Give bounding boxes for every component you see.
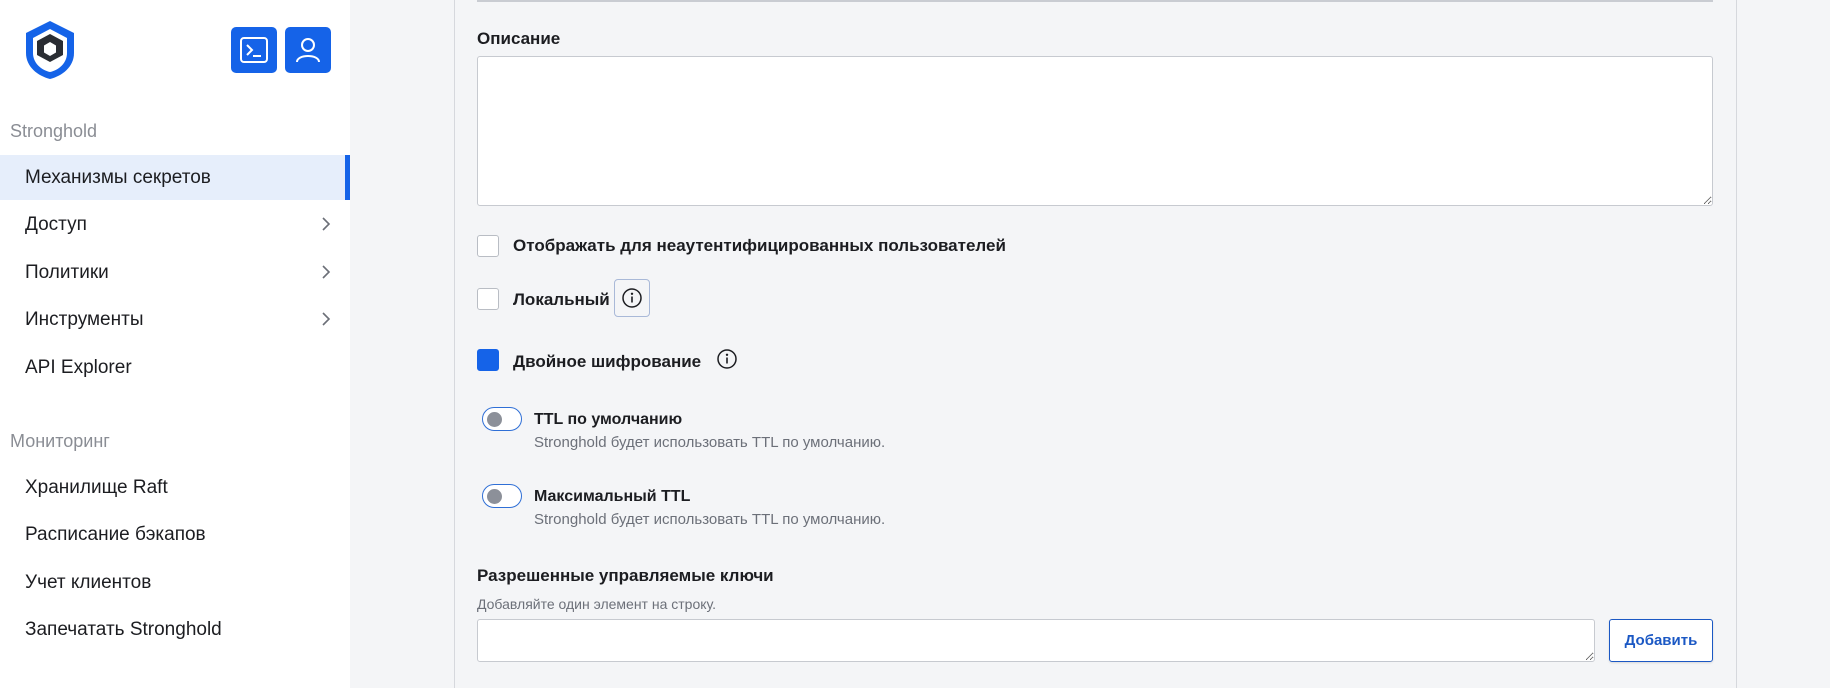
local-checkbox[interactable] <box>477 288 499 310</box>
description-label: Описание <box>477 29 561 48</box>
sidebar-item-tools[interactable]: Инструменты <box>0 297 350 342</box>
terminal-icon <box>240 37 268 63</box>
sidebar-item-backup-schedule[interactable]: Расписание бэкапов <box>0 512 350 557</box>
sidebar-item-label: Доступ <box>25 213 87 235</box>
local-label: Локальный <box>513 290 610 309</box>
content-border-left <box>454 0 455 688</box>
stronghold-logo[interactable] <box>22 19 78 81</box>
terminal-button[interactable] <box>231 27 277 73</box>
sidebar-item-label: Запечатать Stronghold <box>25 618 222 640</box>
sidebar-item-seal[interactable]: Запечатать Stronghold <box>0 607 350 652</box>
sidebar-item-raft-storage[interactable]: Хранилище Raft <box>0 465 350 510</box>
sidebar-item-api-explorer[interactable]: API Explorer <box>0 345 350 390</box>
user-button[interactable] <box>285 27 331 73</box>
double-encrypt-checkbox[interactable] <box>477 349 499 371</box>
description-textarea[interactable] <box>477 56 1713 206</box>
chevron-right-icon <box>322 217 331 231</box>
max-ttl-title: Максимальный TTL <box>534 488 691 505</box>
previous-field-edge <box>477 0 1713 2</box>
show-unauth-checkbox[interactable] <box>477 235 499 257</box>
info-icon[interactable] <box>716 348 738 370</box>
sidebar-item-label: API Explorer <box>25 356 132 378</box>
user-icon <box>296 38 320 63</box>
double-encrypt-label: Двойное шифрование <box>513 352 702 371</box>
sidebar-item-secret-engines[interactable]: Механизмы секретов <box>0 155 350 200</box>
content-border-right <box>1736 0 1737 688</box>
max-ttl-help: Stronghold будет использовать TTL по умо… <box>534 511 886 528</box>
sidebar-item-policies[interactable]: Политики <box>0 250 350 295</box>
toggle-knob <box>487 411 502 427</box>
chevron-right-icon <box>322 265 331 279</box>
section-title-monitoring: Мониторинг <box>10 431 110 451</box>
sidebar: Stronghold Механизмы секретов Доступ Пол… <box>0 0 350 688</box>
sidebar-item-label: Политики <box>25 261 109 283</box>
toggle-knob <box>487 488 502 504</box>
default-ttl-title: TTL по умолчанию <box>534 411 683 428</box>
managed-keys-help: Добавляйте один элемент на строку. <box>477 596 717 612</box>
show-unauth-label: Отображать для неаутентифицированных пол… <box>513 236 1006 255</box>
chevron-right-icon <box>322 312 331 326</box>
default-ttl-help: Stronghold будет использовать TTL по умо… <box>534 434 886 451</box>
section-title-stronghold: Stronghold <box>10 121 98 141</box>
max-ttl-toggle[interactable] <box>482 484 522 508</box>
sidebar-item-label: Механизмы секретов <box>25 166 211 188</box>
sidebar-item-label: Инструменты <box>25 308 144 330</box>
info-icon <box>622 288 642 308</box>
sidebar-item-label: Расписание бэкапов <box>25 523 206 545</box>
sidebar-item-label: Хранилище Raft <box>25 476 168 498</box>
managed-keys-textarea[interactable] <box>477 619 1595 662</box>
default-ttl-toggle[interactable] <box>482 407 522 431</box>
sidebar-item-client-count[interactable]: Учет клиентов <box>0 560 350 605</box>
sidebar-item-label: Учет клиентов <box>25 571 152 593</box>
sidebar-item-access[interactable]: Доступ <box>0 202 350 247</box>
managed-keys-label: Разрешенные управляемые ключи <box>477 566 774 585</box>
add-button[interactable]: Добавить <box>1609 619 1713 662</box>
local-info-button[interactable] <box>614 279 650 317</box>
